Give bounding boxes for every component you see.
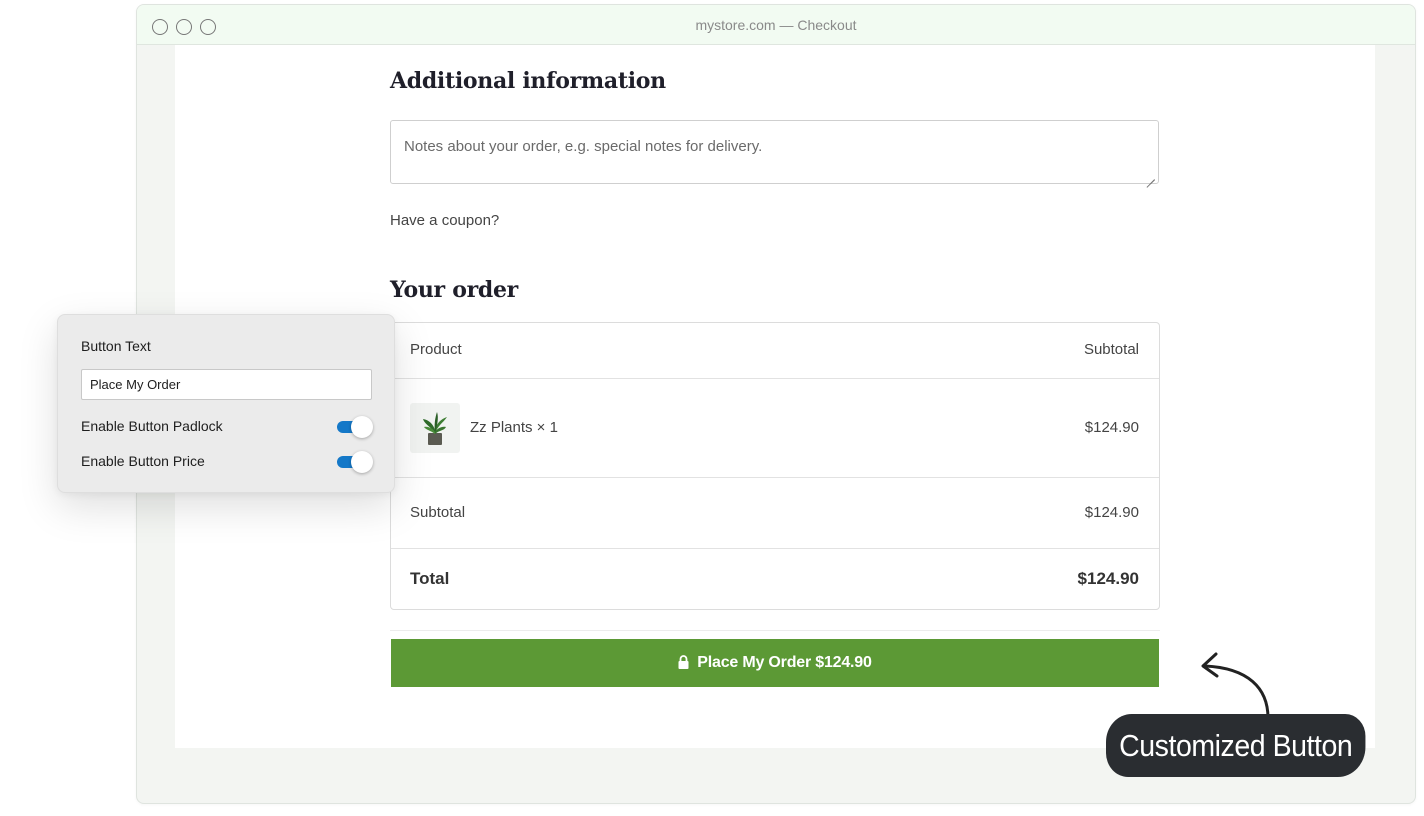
order-summary-table: Product Subtotal Zz Plants × 1 $124.90 S… (390, 322, 1160, 610)
button-settings-panel: Button Text Enable Button Padlock Enable… (57, 314, 395, 493)
curved-arrow-icon (1201, 652, 1270, 720)
padlock-toggle[interactable] (337, 416, 373, 438)
padlock-icon (678, 655, 689, 669)
additional-info-heading: Additional information (390, 68, 666, 94)
subtotal-row: Subtotal $124.90 (391, 477, 1159, 548)
toggle-knob (351, 451, 373, 473)
price-option-label: Enable Button Price (81, 453, 205, 469)
toggle-knob (351, 416, 373, 438)
subtotal-label: Subtotal (410, 504, 466, 521)
product-name: Zz Plants × 1 (470, 419, 558, 436)
callout-label: Customized Button (1119, 727, 1353, 763)
product-price: $124.90 (1084, 419, 1139, 436)
coupon-link[interactable]: Have a coupon? (390, 212, 499, 229)
order-notes-textarea[interactable]: Notes about your order, e.g. special not… (390, 120, 1159, 184)
button-text-input[interactable] (81, 369, 372, 400)
browser-title: mystore.com — Checkout (695, 17, 857, 33)
browser-titlebar: mystore.com — Checkout (137, 5, 1415, 45)
customized-button-callout: Customized Button (1106, 714, 1366, 777)
column-header-subtotal: Subtotal (1083, 341, 1139, 358)
table-row: Zz Plants × 1 $124.90 (391, 378, 1159, 477)
subtotal-value: $124.90 (1084, 504, 1139, 521)
column-header-product: Product (410, 341, 462, 358)
place-order-button[interactable]: Place My Order $124.90 (391, 639, 1159, 687)
total-label: Total (410, 569, 450, 588)
order-notes-placeholder: Notes about your order, e.g. special not… (404, 138, 763, 155)
your-order-heading: Your order (390, 277, 518, 303)
button-text-label: Button Text (81, 338, 151, 354)
total-value: $124.90 (1077, 569, 1139, 588)
plant-icon (423, 412, 447, 445)
divider (390, 630, 1160, 631)
resize-handle-icon[interactable] (1147, 172, 1155, 180)
padlock-option-label: Enable Button Padlock (81, 418, 223, 434)
total-row: Total $124.90 (391, 548, 1159, 609)
table-header-row: Product Subtotal (391, 323, 1159, 378)
place-order-label: Place My Order $124.90 (697, 654, 872, 671)
product-thumbnail (410, 403, 460, 453)
price-toggle[interactable] (337, 451, 373, 473)
